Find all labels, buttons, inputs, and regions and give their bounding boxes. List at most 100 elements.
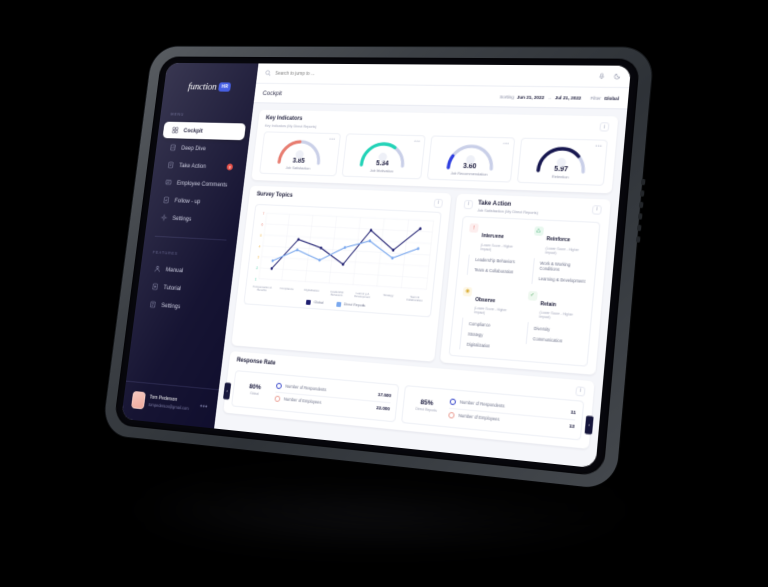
key-indicators-subtitle: Key Indicators (My Direct Reports) — [264, 123, 317, 129]
app-logo[interactable]: function HR — [161, 75, 256, 109]
take-action-item[interactable]: Digitalization — [466, 339, 514, 353]
sidebar-item-cockpit[interactable]: Cockpit — [162, 121, 246, 141]
sidebar-item-deep-dive[interactable]: Deep Dive — [160, 139, 244, 158]
response-rate-title: Response Rate — [236, 357, 276, 367]
take-action-group-note: (Lower Score - Higher Impact) — [473, 306, 507, 316]
x-axis-tick-label: Digitalisation — [304, 287, 320, 293]
legend-label: Global — [313, 300, 324, 306]
response-rate-card: 80% Global Number of Respondents 17.500 Numb… — [231, 370, 400, 423]
survey-topics-title: Survey Topics — [256, 191, 293, 199]
key-indicator-card[interactable]: ••• 3.60 Job Recommendation — [426, 134, 515, 183]
sidebar-item-label: Settings — [171, 214, 192, 223]
take-action-item-list: Leadership Behaviors Team & Collaboration — [466, 254, 523, 278]
ring-icon — [449, 398, 457, 406]
take-action-group-name: Observe — [474, 296, 496, 305]
sidebar-user-profile[interactable]: Tom Pederson tompederson@gmail.com ••• — [121, 380, 219, 429]
moon-icon[interactable] — [613, 73, 621, 80]
response-rate-percent: 85% Direct Reports — [409, 392, 445, 421]
gauge-knob — [465, 154, 476, 164]
screenshot-stage: function HR MENU Cockpit Deep Dive Take Ac… — [0, 0, 768, 587]
gauge-chart — [356, 139, 411, 170]
x-axis-tick-label: Compensation & Benefits — [252, 283, 273, 293]
page-bar-controls: Sorting Jun 21, 2022 → Jul 21, 2022 Filt… — [499, 94, 619, 101]
legend-label: Direct Reports — [343, 302, 366, 309]
page-title: Cockpit — [262, 89, 283, 97]
response-rate-rows: Number of Respondents 11 Number of Employe… — [447, 395, 577, 434]
device-screen: function HR MENU Cockpit Deep Dive Take Ac… — [121, 62, 632, 469]
ring-icon — [274, 395, 281, 402]
key-indicator-card[interactable]: ••• 3.85 Job Satisfaction — [259, 130, 341, 176]
take-action-item[interactable]: Work & Working Conditions — [539, 258, 589, 276]
info-icon[interactable]: i — [591, 204, 603, 215]
response-rate-percent: 80% Global — [238, 376, 271, 403]
x-axis-tick-label: Team & Collaboration — [405, 294, 423, 303]
take-action-group-header: ♺ Reinforce (Lower Score - Higher Impact) — [532, 226, 592, 256]
take-action-group-header: ◉ Observe (Lower Score - Higher Impact) — [461, 286, 519, 318]
carousel-prev-button[interactable]: ‹ — [223, 382, 232, 400]
chart-legend: Global Direct Reports — [248, 296, 427, 313]
info-icon[interactable]: i — [575, 386, 586, 397]
sidebar-feature-list: Manual Tutorial Settings — [135, 258, 234, 319]
take-action-item[interactable]: Learning & Development — [538, 274, 587, 287]
response-rate-value: 22.000 — [376, 405, 391, 412]
sidebar-item-settings[interactable]: Settings — [151, 209, 235, 230]
search-input[interactable] — [274, 70, 594, 80]
sorting-control[interactable]: Sorting Jun 21, 2022 → Jul 21, 2022 — [499, 94, 581, 100]
date-from: Jun 21, 2022 — [516, 94, 545, 100]
user-more-button[interactable]: ••• — [200, 403, 209, 411]
user-meta: Tom Pederson tompederson@gmail.com — [148, 395, 196, 412]
take-action-item[interactable]: Diversity — [533, 323, 582, 337]
take-action-item[interactable]: Strategy — [467, 329, 515, 343]
info-icon[interactable]: i — [433, 198, 444, 208]
avatar — [131, 390, 146, 410]
gear-icon — [160, 214, 168, 222]
info-icon[interactable]: i — [599, 122, 610, 132]
key-indicator-card[interactable]: ••• 5.97 Retention — [516, 137, 608, 186]
take-action-group-note: (Lower Score - Higher Impact) — [480, 242, 514, 252]
take-action-group-header: ✓ Retain (Lower Score - Higher Impact) — [526, 290, 586, 322]
info-icon[interactable]: i — [463, 199, 474, 209]
date-range-arrow-icon: → — [547, 94, 553, 100]
logo-badge: HR — [218, 82, 232, 92]
gauge-knob — [556, 157, 567, 167]
card-menu-button[interactable]: ••• — [595, 143, 602, 149]
middle-row: Survey Topics i 1 2 3 4 5 6 7 Compensation & B… — [231, 185, 611, 375]
card-menu-button[interactable]: ••• — [502, 141, 509, 147]
main-area: Cockpit Sorting Jun 21, 2022 → Jul 21, 2… — [214, 63, 632, 469]
take-action-group-note: (Lower Score - Higher Impact) — [538, 310, 574, 320]
take-action-item[interactable]: Communication — [532, 334, 581, 348]
take-action-group-name: Intervene — [481, 232, 505, 241]
card-menu-button[interactable]: ••• — [329, 136, 336, 142]
legend-item[interactable]: Direct Reports — [335, 301, 366, 309]
filter-control[interactable]: Filter Global — [590, 95, 619, 100]
key-indicator-value: 5.97 — [553, 165, 569, 173]
svg-text:5: 5 — [260, 233, 262, 237]
svg-text:2: 2 — [256, 266, 258, 270]
card-menu-button[interactable]: ••• — [414, 138, 421, 144]
key-indicator-label: Retention — [551, 173, 570, 180]
take-action-group: ◉ Observe (Lower Score - Higher Impact) Com… — [457, 286, 519, 354]
book-icon — [154, 265, 162, 273]
microphone-icon[interactable] — [598, 73, 606, 80]
take-action-item-list: Diversity Communication — [525, 322, 583, 348]
response-rate-cards: 80% Global Number of Respondents 17.500 Numb… — [223, 369, 594, 448]
response-rate-label: Number of Respondents — [459, 399, 505, 410]
check-icon: ✓ — [527, 290, 538, 301]
sidebar-item-take-action[interactable]: Take Action 3 — [158, 156, 242, 175]
carousel-next-button[interactable]: › — [584, 415, 594, 435]
sidebar-item-employee-comments[interactable]: Employee Comments — [156, 174, 240, 194]
legend-item[interactable]: Global — [306, 299, 324, 306]
take-action-item[interactable]: Team & Collaboration — [474, 265, 522, 278]
take-action-title: Take Action — [477, 199, 512, 208]
key-indicator-card[interactable]: ••• 5.34 Job Motivation — [341, 132, 426, 179]
ring-icon — [448, 411, 455, 419]
svg-text:4: 4 — [259, 244, 261, 248]
take-action-header: i Take Action Job Satisfaction (My Direc… — [455, 193, 611, 222]
legend-swatch — [335, 301, 342, 307]
take-action-group-name: Reinforce — [546, 236, 571, 244]
survey-topics-chart-box: 1 2 3 4 5 6 7 Compensation & Benefits Complianc… — [243, 203, 442, 318]
take-action-item[interactable]: Compliance — [468, 318, 516, 332]
sidebar-item-label: Employee Comments — [176, 179, 228, 188]
take-action-item[interactable]: Leadership Behaviors — [475, 254, 523, 267]
take-action-group: ! Intervene (Lower Score - Higher Impact) L… — [464, 223, 525, 283]
